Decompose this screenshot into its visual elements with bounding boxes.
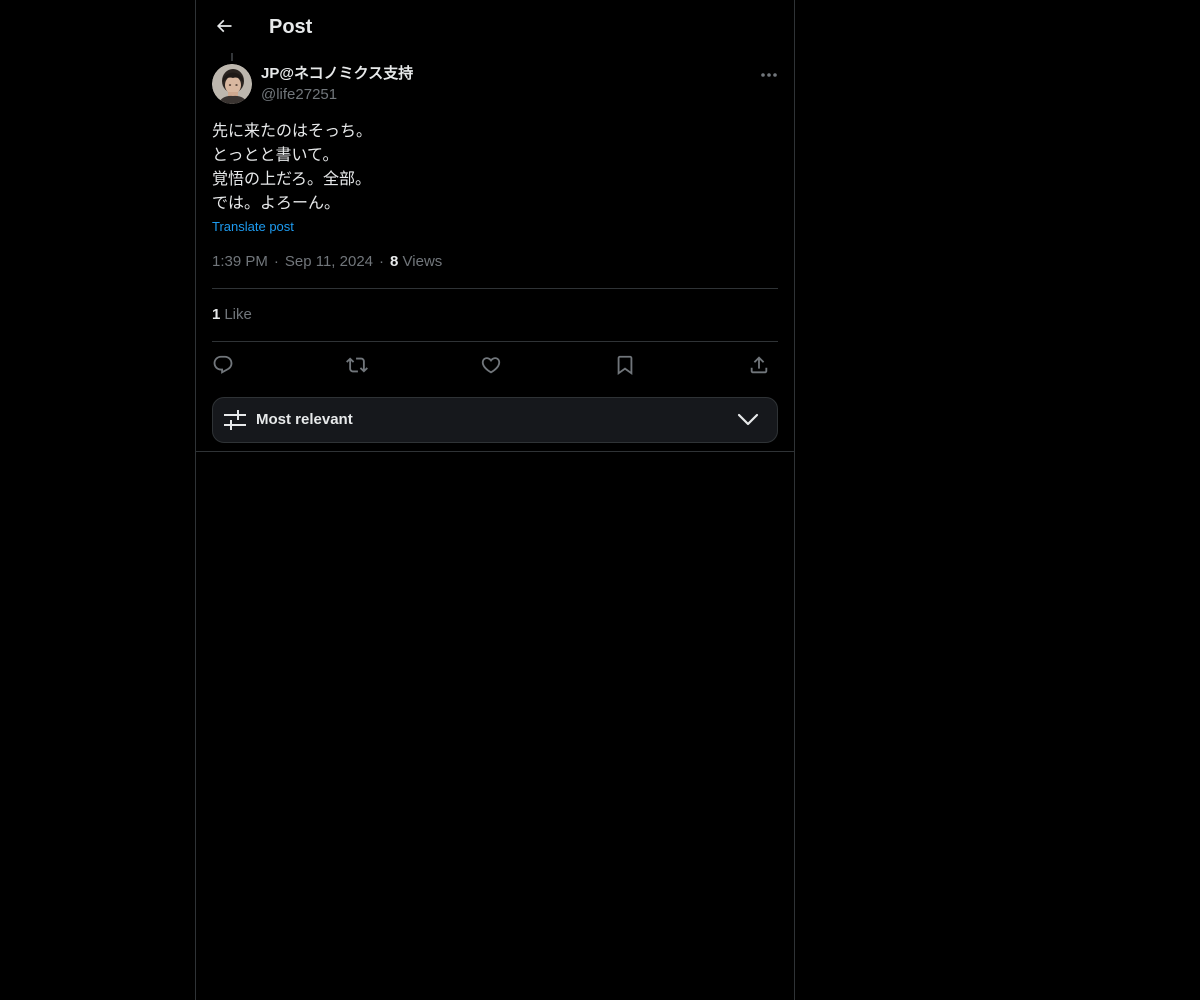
translate-post-link[interactable]: Translate post [212,218,294,236]
reply-icon [213,355,233,374]
separator-dot: · [379,253,385,270]
post-text-line: 先に来たのはそっち。 [212,121,373,140]
more-options-button[interactable] [756,65,782,85]
author-display-name[interactable]: JP@ネコノミクス支持 [261,64,413,84]
section-divider [196,451,794,452]
arrow-left-icon [216,19,232,33]
like-icon [481,357,501,374]
primary-column: Post JP@ネコノミクス支持 @life27251 先に来たのはそっち。 と… [195,0,795,1000]
post-body: 先に来たのはそっち。 とっとと書いて。 覚悟の上だろ。全部。 では。よろーん。 [212,119,772,215]
share-button[interactable] [746,352,772,378]
post-metadata: 1:39 PM · Sep 11, 2024 · 8 Views [212,252,442,272]
author-avatar[interactable] [212,64,252,104]
replies-sort-dropdown[interactable]: Most relevant [212,397,778,443]
post-time[interactable]: 1:39 PM [212,253,268,270]
share-icon [750,356,768,374]
bookmark-button[interactable] [612,352,638,378]
bookmark-icon [617,355,633,376]
post-actions-bar [212,352,778,378]
thread-connector-line [231,53,233,61]
reply-button[interactable] [210,352,236,378]
repost-icon [346,357,368,373]
sliders-icon [224,410,246,430]
author-handle[interactable]: @life27251 [261,85,337,105]
divider [212,341,778,342]
likes-summary[interactable]: 1 Like [212,305,252,325]
back-button[interactable] [208,10,240,42]
likes-label: Like [224,306,252,323]
separator-dot: · [273,253,279,270]
like-button[interactable] [478,352,504,378]
views-count: 8 [390,253,399,270]
likes-count: 1 [212,306,221,323]
post-text-line: 覚悟の上だろ。全部。 [212,169,372,188]
divider [212,288,778,289]
page-title: Post [269,16,313,38]
post-text-line: とっとと書いて。 [212,145,339,164]
post-text-line: では。よろーん。 [212,193,341,212]
repost-button[interactable] [344,352,370,378]
avatar-photo [212,64,252,104]
views-label: Views [402,253,443,270]
more-horizontal-icon [761,73,777,77]
post-header: Post [196,0,794,53]
chevron-down-icon [737,413,759,426]
sort-selected-value: Most relevant [256,411,353,428]
post-date[interactable]: Sep 11, 2024 [285,253,373,270]
